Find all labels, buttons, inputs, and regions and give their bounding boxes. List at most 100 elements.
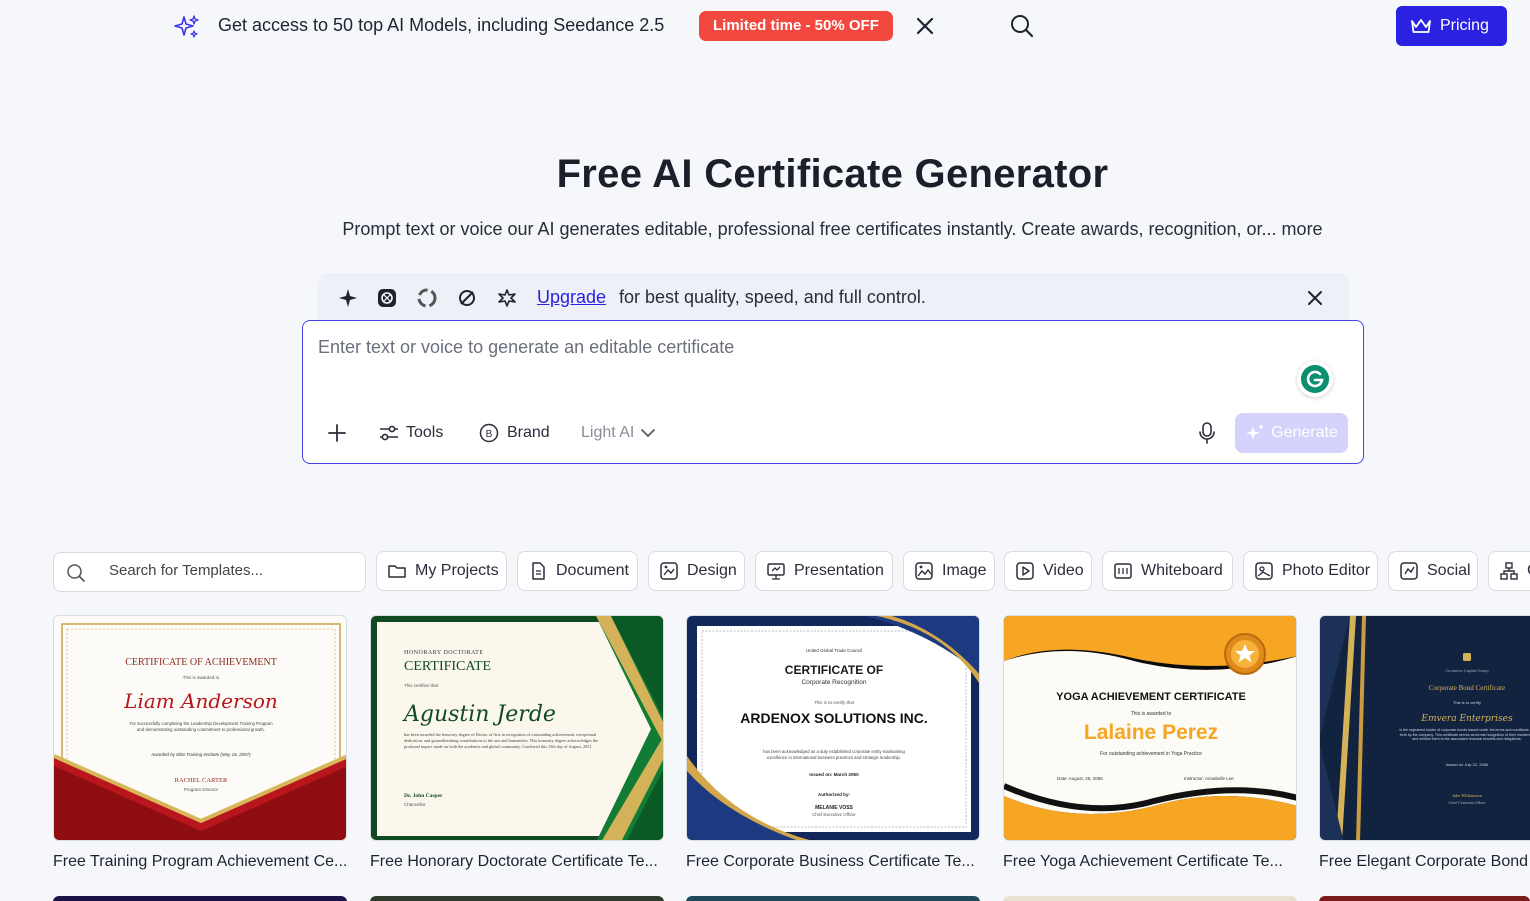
svg-text:This is to certify: This is to certify [1453,700,1481,705]
card-title[interactable]: Free Yoga Achievement Certificate Te... [1003,853,1303,871]
svg-text:This is awarded to: This is awarded to [1131,711,1172,717]
svg-text:YOGA ACHIEVEMENT CERTIFICATE: YOGA ACHIEVEMENT CERTIFICATE [1056,691,1246,703]
model-burst-icon[interactable] [496,287,518,309]
prompt-input[interactable] [318,333,1278,361]
grammarly-icon[interactable] [1297,361,1333,397]
chip-photo-editor[interactable]: Photo Editor [1243,551,1378,591]
image-icon [915,562,933,580]
template-card-peek[interactable] [686,896,980,901]
certificate-thumbnail: CERTIFICATE OF ACHIEVEMENT This is award… [54,616,346,840]
chip-image[interactable]: Image [903,551,995,591]
template-search[interactable] [53,552,366,592]
svg-text:Instructor: Annabelle Lee: Instructor: Annabelle Lee [1184,776,1234,781]
tools-label: Tools [406,424,444,441]
sitemap-icon [1500,562,1518,580]
svg-text:Jake Williamson: Jake Williamson [1452,793,1483,798]
svg-text:This is to certify that: This is to certify that [814,700,855,705]
openai-icon[interactable] [376,287,398,309]
crown-icon [1411,19,1431,33]
brand-button[interactable]: B Brand [479,421,550,445]
template-card-peek[interactable] [370,896,664,901]
card-name: Emvera Enterprises [1420,714,1513,724]
card-title[interactable]: Free Corporate Business Certificate Te..… [686,853,986,871]
photo-editor-icon [1255,562,1273,580]
chevron-down-icon [641,429,656,438]
chip-whiteboard[interactable]: Whiteboard [1102,551,1233,591]
video-icon [1016,562,1034,580]
upgrade-link[interactable]: Upgrade [537,287,606,308]
card-name: Liam Anderson [123,689,278,713]
template-search-input[interactable] [109,562,349,579]
document-icon [532,562,545,580]
generate-button[interactable]: Generate [1235,413,1348,453]
page-subtitle[interactable]: Prompt text or voice our AI generates ed… [0,219,1530,240]
chip-my-projects[interactable]: My Projects [376,551,507,591]
certificate-thumbnail: Centurion Capital Group Corporate Bond C… [1320,616,1530,840]
tools-button[interactable]: Tools [378,421,443,445]
chip-social[interactable]: Social [1388,551,1478,591]
template-card-bond[interactable]: Centurion Capital Group Corporate Bond C… [1319,615,1530,841]
template-card-peek[interactable] [1003,896,1297,901]
card-title[interactable]: Free Honorary Doctorate Certificate Te..… [370,853,670,871]
template-card-peek[interactable] [53,896,347,901]
card-name: ARDENOX SOLUTIONS INC. [740,711,928,726]
template-card-peek[interactable] [1319,896,1530,901]
pricing-button[interactable]: Pricing [1396,6,1507,46]
prompt-box: Tools B Brand Light AI Generate [302,320,1364,464]
model-swirl-icon[interactable] [416,287,438,309]
chip-more[interactable]: C [1488,551,1530,591]
page-title: Free AI Certificate Generator [556,152,1109,196]
model-loop-icon[interactable] [456,287,478,309]
upgrade-strip: Upgrade for best quality, speed, and ful… [318,273,1349,323]
close-icon[interactable] [914,15,936,37]
promo-badge[interactable]: Limited time - 50% OFF [699,11,893,41]
folder-icon [388,565,406,578]
social-icon [1400,562,1418,580]
model-selector[interactable]: Light AI [581,421,656,445]
svg-text:Centurion Capital Group: Centurion Capital Group [1445,668,1489,673]
certificate-thumbnail: HONORARY DOCTORATE CERTIFICATE This cert… [371,616,663,840]
svg-text:Corporate Recognition: Corporate Recognition [801,679,866,686]
svg-text:B: B [486,429,493,440]
presentation-icon [767,563,785,580]
svg-text:Chief Executive Officer: Chief Executive Officer [812,812,856,817]
sliders-icon [380,425,398,441]
svg-text:Dr. John Casper: Dr. John Casper [404,793,443,799]
template-card-corporate[interactable]: United Global Trade Council CERTIFICATE … [686,615,980,841]
template-card-yoga[interactable]: YOGA ACHIEVEMENT CERTIFICATE This is awa… [1003,615,1297,841]
model-label: Light AI [581,424,635,441]
card-name: Lalaine Perez [1084,721,1218,744]
card-heading: CERTIFICATE OF ACHIEVEMENT [125,657,277,668]
template-card-doctorate[interactable]: HONORARY DOCTORATE CERTIFICATE This cert… [370,615,664,841]
svg-text:United Global Trade Council: United Global Trade Council [806,648,862,653]
chip-design[interactable]: Design [648,551,745,591]
sparkle-model-icon[interactable] [337,287,359,309]
svg-text:Chief Financial Officer: Chief Financial Officer [1448,801,1486,805]
card-title[interactable]: Free Elegant Corporate Bond [1319,853,1530,871]
sparkle-icon [174,15,199,38]
search-icon [67,564,85,582]
certificate-thumbnail: United Global Trade Council CERTIFICATE … [687,616,979,840]
svg-text:MELANIE VOSS: MELANIE VOSS [815,805,853,811]
microphone-icon[interactable] [1196,421,1218,445]
add-icon[interactable] [325,421,349,445]
svg-text:CERTIFICATE OF: CERTIFICATE OF [785,663,883,677]
close-icon[interactable] [1305,288,1325,308]
search-icon[interactable] [1009,13,1035,39]
card-name: Agustin Jerde [402,702,556,727]
card-title[interactable]: Free Training Program Achievement Ce... [53,853,353,871]
chip-document[interactable]: Document [517,551,638,591]
brand-icon: B [479,423,499,443]
svg-text:Issued on: March 2050: Issued on: March 2050 [809,772,859,777]
chip-video[interactable]: Video [1004,551,1092,591]
svg-text:CERTIFICATE: CERTIFICATE [404,659,491,674]
upgrade-text: for best quality, speed, and full contro… [619,287,926,307]
whiteboard-icon [1114,563,1132,579]
template-card-training[interactable]: CERTIFICATE OF ACHIEVEMENT This is award… [53,615,347,841]
svg-text:Authorized by:: Authorized by: [818,792,851,797]
banner-text: Get access to 50 top AI Models, includin… [218,15,665,35]
chip-presentation[interactable]: Presentation [755,551,893,591]
sparkle-icon [1246,424,1265,440]
svg-text:Issued on July 22, 2056: Issued on July 22, 2056 [1446,762,1489,767]
certificate-thumbnail: YOGA ACHIEVEMENT CERTIFICATE This is awa… [1004,616,1296,840]
